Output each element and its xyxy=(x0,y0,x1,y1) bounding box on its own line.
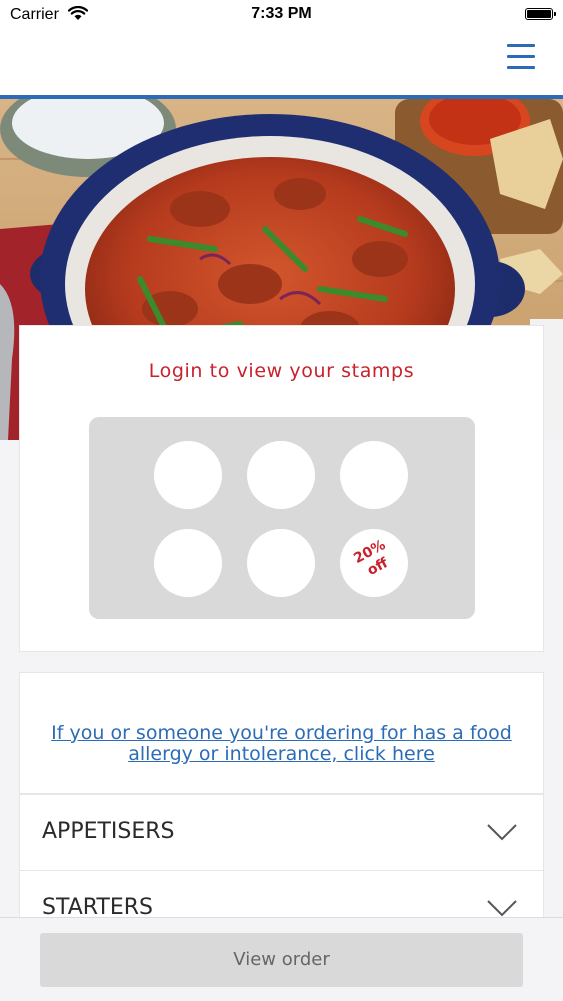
reward-stamp-slot: 20% off xyxy=(340,529,408,597)
loyalty-stamp-card: Login to view your stamps 20% off xyxy=(19,325,544,652)
allergy-info-link[interactable]: If you or someone you're ordering for ha… xyxy=(50,723,513,765)
clock-time: 7:33 PM xyxy=(251,5,312,22)
allergy-notice-card: If you or someone you're ordering for ha… xyxy=(19,672,544,794)
chevron-down-icon xyxy=(487,824,517,841)
app-header xyxy=(0,30,563,95)
stamp-slot xyxy=(154,441,222,509)
bottom-action-bar: View order xyxy=(0,917,563,1001)
view-order-button[interactable]: View order xyxy=(40,933,523,987)
stamp-grid: 20% off xyxy=(89,417,475,619)
stamp-slot xyxy=(247,529,315,597)
category-row-appetisers[interactable]: APPETISERS xyxy=(19,794,544,871)
battery-icon xyxy=(525,8,556,20)
status-bar: Carrier 7:33 PM xyxy=(0,0,563,30)
stamp-slot xyxy=(247,441,315,509)
login-to-view-stamps-prompt[interactable]: Login to view your stamps xyxy=(20,360,543,382)
chevron-down-icon xyxy=(487,900,517,917)
category-label: APPETISERS xyxy=(42,819,175,844)
hamburger-menu-icon[interactable] xyxy=(507,44,535,74)
stamp-slot xyxy=(154,529,222,597)
reward-label: 20% off xyxy=(336,529,412,591)
stamp-slot xyxy=(340,441,408,509)
